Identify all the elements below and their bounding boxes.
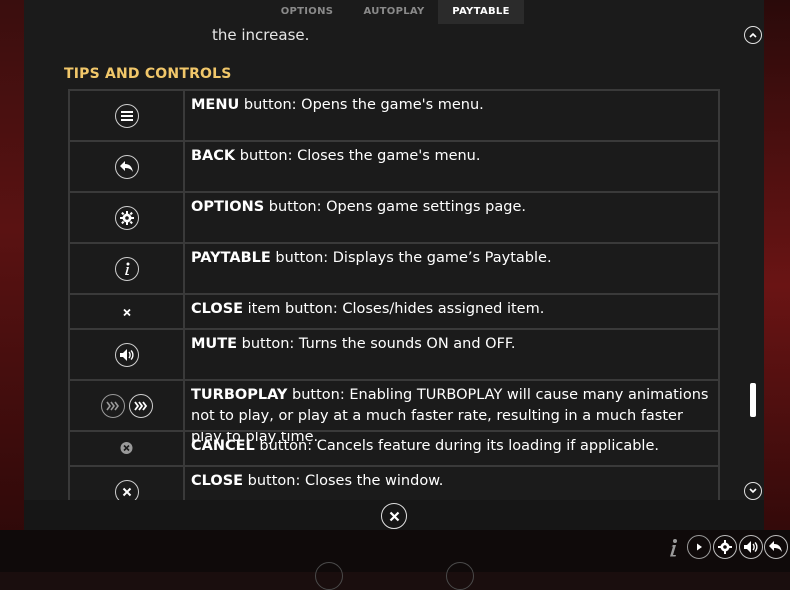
speaker-icon <box>114 342 139 367</box>
table-row: PAYTABLE button: Displays the game’s Pay… <box>68 242 720 293</box>
table-row: CLOSE button: Closes the window. <box>68 465 720 500</box>
info-toolbar-icon[interactable] <box>664 538 682 562</box>
row-text: button: Cancels feature during its loadi… <box>254 438 659 454</box>
table-row: OPTIONS button: Opens game settings page… <box>68 191 720 242</box>
section-title: TIPS AND CONTROLS <box>64 66 232 82</box>
tab-autoplay[interactable]: AUTOPLAY <box>350 0 438 24</box>
tab-options[interactable]: OPTIONS <box>264 0 350 24</box>
background-right <box>764 0 790 572</box>
row-bold: TURBOPLAY <box>191 387 288 403</box>
close-circle-icon <box>114 479 139 500</box>
intro-text: the increase. <box>212 26 310 44</box>
turboplay-on-icon <box>128 393 153 418</box>
faded-control-icon <box>315 562 343 590</box>
gear-icon <box>114 205 139 230</box>
row-bold: MENU <box>191 97 240 113</box>
close-bar <box>24 500 764 530</box>
tab-bar: OPTIONS AUTOPLAY PAYTABLE <box>24 0 764 24</box>
close-window-button[interactable] <box>381 503 407 529</box>
gear-toolbar-icon[interactable] <box>713 535 737 559</box>
faded-control-icon <box>446 562 474 590</box>
paytable-panel: OPTIONS AUTOPLAY PAYTABLE the increase. … <box>24 0 764 530</box>
table-row: MENU button: Opens the game's menu. <box>68 89 720 140</box>
scroll-down-button[interactable] <box>744 482 762 500</box>
table-row: MUTE button: Turns the sounds ON and OFF… <box>68 328 720 379</box>
row-bold: CANCEL <box>191 438 255 454</box>
row-text: item button: Closes/hides assigned item. <box>243 301 545 317</box>
back-toolbar-icon[interactable] <box>764 535 788 559</box>
info-icon <box>114 256 139 281</box>
row-bold: CLOSE <box>191 301 244 317</box>
row-text: button: Closes the game's menu. <box>235 148 481 164</box>
row-text: button: Opens the game's menu. <box>239 97 484 113</box>
turboplay-off-icon <box>100 393 125 418</box>
scroll-up-button[interactable] <box>744 26 762 44</box>
background-left <box>0 0 24 572</box>
row-text: button: Opens game settings page. <box>264 199 526 215</box>
table-row: BACK button: Closes the game's menu. <box>68 140 720 191</box>
row-bold: BACK <box>191 148 236 164</box>
row-bold: CLOSE <box>191 473 244 489</box>
bottom-toolbar <box>0 530 790 590</box>
table-row: CANCEL button: Cancels feature during it… <box>68 430 720 465</box>
row-bold: PAYTABLE <box>191 250 271 266</box>
close-small-icon <box>122 302 132 321</box>
scroll-content[interactable]: the increase. TIPS AND CONTROLS MENU but… <box>24 24 764 500</box>
row-bold: OPTIONS <box>191 199 265 215</box>
row-bold: MUTE <box>191 336 237 352</box>
scrollbar-thumb[interactable] <box>750 383 756 417</box>
controls-table: MENU button: Opens the game's menu. BACK… <box>68 89 720 500</box>
table-row: TURBOPLAY button: Enabling TURBOPLAY wil… <box>68 379 720 445</box>
table-row: CLOSE item button: Closes/hides assigned… <box>68 293 720 328</box>
cancel-icon <box>120 439 133 458</box>
tab-paytable[interactable]: PAYTABLE <box>438 0 524 24</box>
menu-icon <box>114 103 139 128</box>
autoplay-toolbar-icon[interactable] <box>687 535 711 559</box>
row-text: button: Turns the sounds ON and OFF. <box>237 336 516 352</box>
back-icon <box>114 154 139 179</box>
row-text: button: Closes the window. <box>243 473 444 489</box>
row-text: button: Displays the game’s Paytable. <box>270 250 552 266</box>
speaker-toolbar-icon[interactable] <box>739 535 763 559</box>
